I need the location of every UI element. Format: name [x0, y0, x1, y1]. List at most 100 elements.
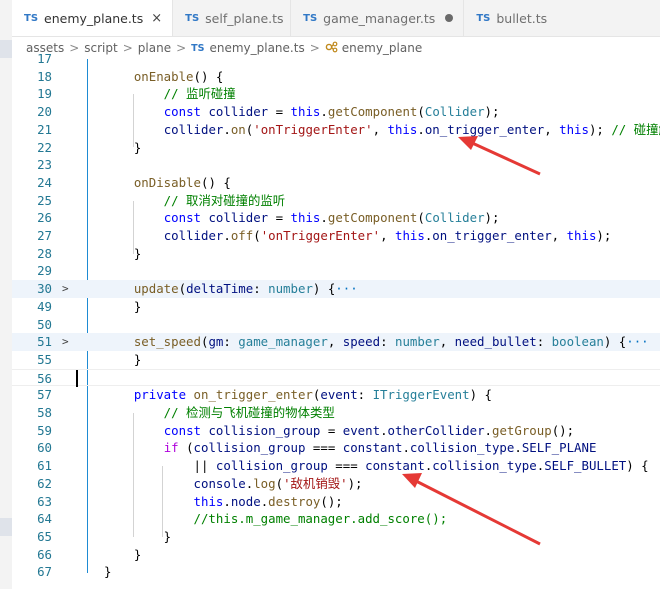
line-number: 49 — [37, 298, 52, 314]
code-line[interactable]: 18 onEnable() { — [12, 68, 660, 86]
code-token: on_trigger_enter — [193, 387, 313, 403]
unsaved-dot-icon[interactable] — [445, 14, 454, 22]
code-text: if (collision_group === constant.collisi… — [104, 439, 597, 457]
line-number: 27 — [37, 228, 52, 243]
code-line[interactable]: 30 > update(deltaTime: number) {··· — [12, 280, 660, 298]
code-line[interactable]: 49 } — [12, 298, 660, 316]
code-text: collider.off('onTriggerEnter', this.on_t… — [104, 227, 612, 245]
strip-marker — [0, 518, 12, 536]
code-token: ( — [253, 228, 261, 243]
line-number: 22 — [37, 139, 52, 155]
code-line[interactable]: 50 — [12, 316, 660, 334]
code-line[interactable]: 19 // 监听碰撞 — [12, 85, 660, 103]
code-line[interactable]: 20 const collider = this.getComponent(Co… — [12, 103, 660, 121]
tab-game-manager[interactable]: TS game_manager.ts — [291, 0, 465, 36]
code-line[interactable]: 60 if (collision_group === constant.coll… — [12, 439, 660, 457]
code-token: . — [320, 104, 328, 120]
code-line[interactable]: 59 const collision_group = event.otherCo… — [12, 422, 660, 440]
code-token: () { — [200, 174, 231, 190]
code-line[interactable]: 66 } — [12, 546, 660, 564]
code-token: . — [320, 210, 328, 226]
code-line[interactable]: 21 collider.on('onTriggerEnter', this.on… — [12, 121, 660, 139]
code-line[interactable]: 63 this.node.destroy(); — [12, 493, 660, 511]
code-line[interactable]: 24 onDisable() { — [12, 174, 660, 192]
code-token: Collider — [424, 210, 485, 226]
code-token: === — [305, 440, 343, 456]
line-number: 66 — [37, 546, 52, 562]
code-token: . — [514, 440, 522, 456]
code-line[interactable]: 61 || collision_group === constant.colli… — [12, 457, 660, 475]
code-token: event — [342, 422, 381, 438]
code-token: . — [223, 121, 231, 137]
line-number: 28 — [37, 245, 52, 261]
code-line[interactable]: 58 // 检测与飞机碰撞的物体类型 — [12, 404, 660, 422]
code-text: || collision_group === constant.collisio… — [104, 457, 649, 475]
code-line[interactable]: 64 //this.m_game_manager.add_score(); — [12, 510, 660, 528]
code-token: collider — [208, 210, 269, 226]
code-line[interactable]: 57 private on_trigger_enter(event: ITrig… — [12, 386, 660, 404]
tab-label: enemy_plane.ts — [44, 10, 144, 26]
code-text: this.node.destroy(); — [104, 493, 343, 511]
code-token: boolean — [551, 334, 604, 350]
code-token: getComponent — [327, 210, 418, 226]
code-text: } — [104, 563, 111, 581]
line-number: 65 — [37, 528, 52, 544]
code-token: } — [104, 139, 142, 155]
code-token: collision_type — [409, 440, 515, 456]
code-token: , — [544, 121, 560, 137]
code-line[interactable]: 23 — [12, 156, 660, 174]
code-token: on_trigger_enter — [424, 121, 545, 137]
code-token: this — [559, 121, 589, 137]
code-line[interactable]: 67} — [12, 563, 660, 581]
code-text: } — [104, 245, 141, 263]
ts-file-icon: TS — [476, 12, 491, 24]
code-token: ); — [484, 210, 500, 226]
tab-self-plane[interactable]: TS self_plane.ts — [173, 0, 292, 36]
code-token: console — [193, 475, 246, 491]
tab-label: self_plane.ts — [205, 10, 284, 26]
line-number: 26 — [37, 210, 52, 226]
line-number: 59 — [37, 422, 52, 438]
code-line[interactable]: 22 } — [12, 139, 660, 157]
line-number: 21 — [37, 121, 52, 137]
code-token: = — [268, 210, 291, 226]
code-token: (); — [320, 493, 343, 509]
code-token: otherCollider — [387, 422, 485, 438]
fold-chevron-icon[interactable]: > — [62, 333, 69, 351]
code-token: onDisable — [104, 174, 201, 190]
code-token: gm — [208, 334, 224, 350]
tab-enemy-plane[interactable]: TS enemy_plane.ts × — [12, 0, 174, 36]
code-token: // 取消对碰撞的监听 — [104, 192, 286, 208]
code-token: onEnable — [104, 68, 194, 84]
code-line[interactable]: 26 const collider = this.getComponent(Co… — [12, 209, 660, 227]
code-line[interactable]: 25 // 取消对碰撞的监听 — [12, 192, 660, 210]
code-token: : — [223, 334, 239, 350]
code-line[interactable]: 27 collider.off('onTriggerEnter', this.o… — [12, 227, 660, 245]
code-token: game_manager — [238, 334, 328, 350]
code-editor[interactable]: 17 18 onEnable() {19 // 监听碰撞 20 const coll… — [12, 51, 660, 589]
tab-bullet[interactable]: TS bullet.ts — [464, 0, 557, 36]
code-line[interactable]: 51 > set_speed(gm: game_manager, speed: n… — [12, 333, 660, 351]
code-line[interactable]: 28 } — [12, 245, 660, 263]
code-line[interactable]: 62 console.log('敌机销毁'); — [12, 475, 660, 493]
code-token: ··· — [335, 281, 358, 297]
code-token: collision_group — [208, 422, 321, 438]
close-icon[interactable]: × — [151, 11, 162, 26]
code-text: const collision_group = event.otherColli… — [104, 422, 574, 440]
code-line[interactable]: 55 } — [12, 351, 660, 369]
code-line[interactable]: 17 — [12, 50, 660, 68]
fold-chevron-icon[interactable]: > — [62, 280, 69, 298]
code-token: private — [133, 387, 187, 403]
code-line[interactable]: 56 — [12, 368, 660, 387]
code-line[interactable]: 65 } — [12, 528, 660, 546]
code-text: update(deltaTime: number) {··· — [104, 280, 358, 298]
code-text: } — [104, 528, 171, 546]
code-token: , — [372, 121, 388, 137]
code-token: : — [357, 387, 373, 403]
code-line[interactable]: 29 — [12, 262, 660, 280]
code-token: update — [104, 281, 179, 297]
code-token: ) { — [469, 387, 492, 403]
line-number: 62 — [37, 475, 52, 491]
line-number: 64 — [37, 511, 52, 527]
